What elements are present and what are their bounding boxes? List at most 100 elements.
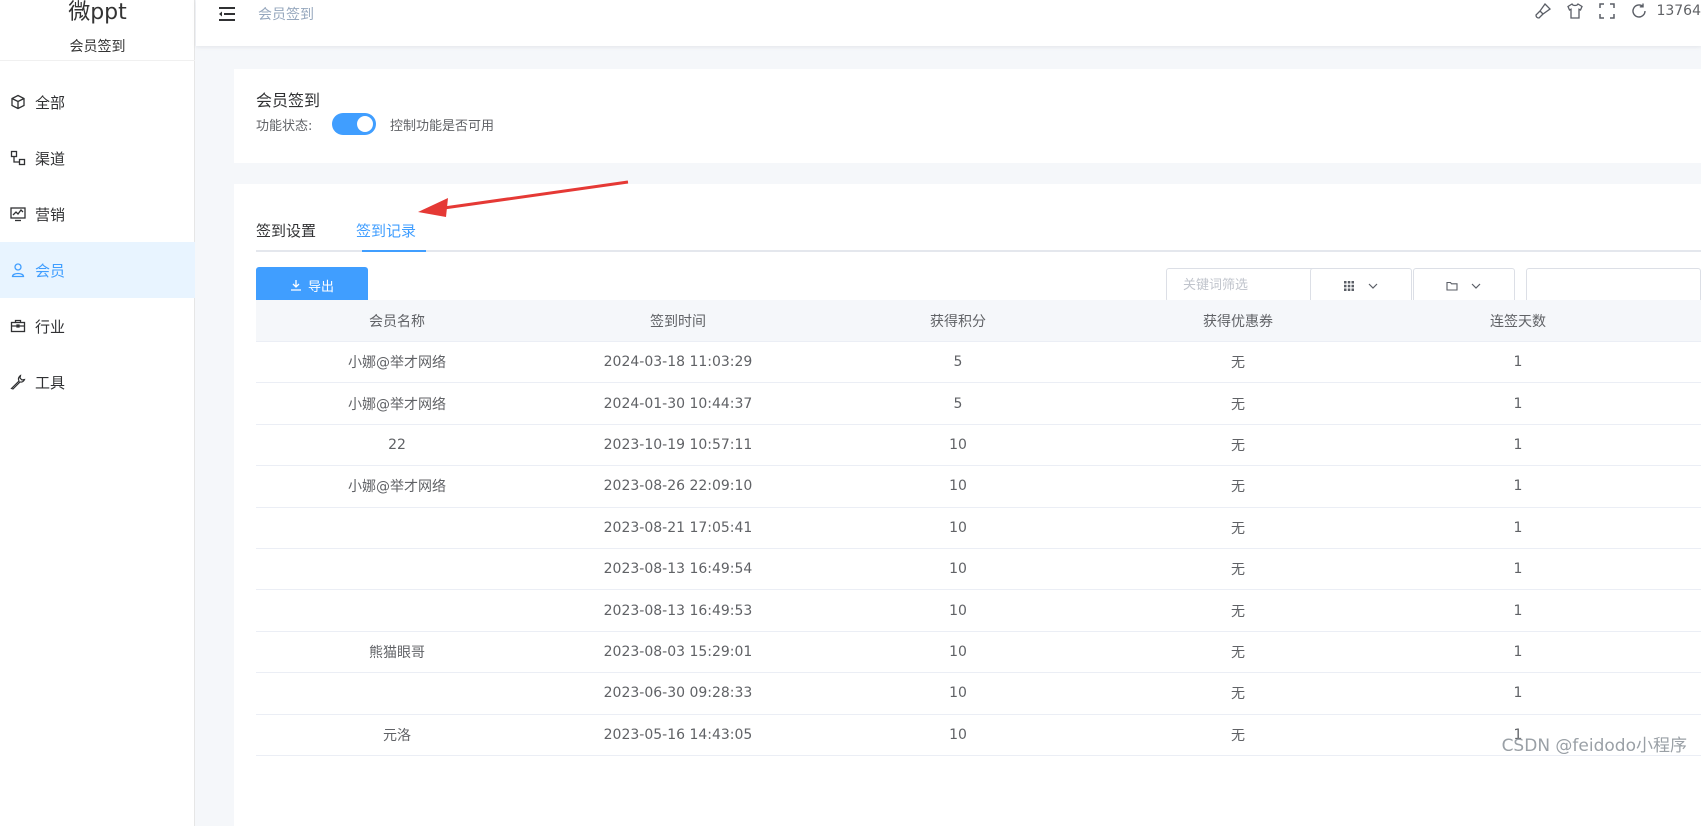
table-cell: 2023-08-26 22:09:10 bbox=[603, 478, 753, 495]
table-cell: 10 bbox=[949, 643, 967, 660]
download-icon bbox=[290, 280, 301, 291]
column-settings-dropdown[interactable] bbox=[1310, 268, 1412, 304]
table-cell: 1 bbox=[1513, 561, 1523, 578]
breadcrumb: 会员签到 bbox=[258, 7, 314, 23]
table-cell: 小娜@举才网络 bbox=[348, 355, 446, 372]
table-cell: 无 bbox=[1231, 396, 1245, 413]
table-row: 2023-08-21 17:05:41 10 无 1 bbox=[256, 508, 1701, 549]
table-cell: 1 bbox=[1513, 478, 1523, 495]
sidebar-item-label: 营销 bbox=[35, 205, 66, 224]
sidebar-item-channel[interactable]: 渠道 bbox=[0, 130, 195, 186]
column-header: 获得积分 bbox=[930, 313, 986, 330]
folder-icon bbox=[1446, 281, 1458, 291]
table-cell: 无 bbox=[1231, 644, 1245, 661]
active-tab-indicator bbox=[362, 250, 426, 252]
fullscreen-icon[interactable] bbox=[1598, 2, 1616, 20]
table-cell: 1 bbox=[1513, 685, 1523, 702]
table-cell: 2023-05-16 14:43:05 bbox=[603, 726, 753, 743]
table-row: 熊猫眼哥 2023-08-03 15:29:01 10 无 1 bbox=[256, 632, 1701, 674]
column-header: 签到时间 bbox=[650, 313, 706, 330]
table-cell: 无 bbox=[1231, 437, 1245, 454]
table-cell: 22 bbox=[388, 436, 406, 453]
top-navbar: 会员签到 13764 bbox=[196, 0, 1701, 46]
table-cell: 1 bbox=[1513, 354, 1523, 371]
chevron-down-icon bbox=[1368, 283, 1378, 289]
table-cell: 10 bbox=[949, 478, 967, 495]
table-cell: 无 bbox=[1231, 355, 1245, 372]
cube-icon bbox=[11, 94, 25, 110]
table-row: 小娜@举才网络 2024-01-30 10:44:37 5 无 1 bbox=[256, 383, 1701, 425]
table-row: 22 2023-10-19 10:57:11 10 无 1 bbox=[256, 425, 1701, 467]
table-cell: 2023-08-13 16:49:54 bbox=[603, 561, 753, 578]
sidebar-item-label: 全部 bbox=[35, 93, 66, 112]
table-cell: 元洛 bbox=[383, 727, 411, 744]
table-cell: 小娜@举才网络 bbox=[348, 479, 446, 496]
feature-status-switch[interactable] bbox=[332, 113, 376, 135]
table-cell: 无 bbox=[1231, 479, 1245, 496]
table-row: 元洛 2023-05-16 14:43:05 10 无 1 bbox=[256, 715, 1701, 756]
table-cell: 2024-01-30 10:44:37 bbox=[603, 395, 753, 412]
sidebar-item-label: 会员 bbox=[35, 261, 66, 280]
tab-signin-records[interactable]: 签到记录 bbox=[356, 220, 416, 252]
table-cell: 无 bbox=[1231, 727, 1245, 744]
tab-signin-settings[interactable]: 签到设置 bbox=[256, 220, 316, 252]
table-cell: 2024-03-18 11:03:29 bbox=[603, 354, 753, 371]
status-label: 功能状态: bbox=[256, 119, 313, 134]
sidebar-item-all[interactable]: 全部 bbox=[0, 74, 195, 130]
sidebar-item-marketing[interactable]: 营销 bbox=[0, 186, 195, 242]
table-body: 小娜@举才网络 2024-03-18 11:03:29 5 无 1 小娜@举才网络 2024… bbox=[256, 342, 1701, 756]
table-cell: 无 bbox=[1231, 520, 1245, 537]
table-cell: 10 bbox=[949, 602, 967, 619]
refresh-icon[interactable] bbox=[1630, 2, 1648, 20]
table-cell: 10 bbox=[949, 685, 967, 702]
app-title: 微ppt bbox=[68, 0, 127, 25]
table-cell: 1 bbox=[1513, 602, 1523, 619]
table-row: 2023-08-13 16:49:54 10 无 1 bbox=[256, 549, 1701, 591]
table-cell: 2023-08-21 17:05:41 bbox=[603, 519, 753, 536]
tshirt-icon[interactable] bbox=[1566, 2, 1584, 20]
export-button[interactable]: 导出 bbox=[256, 267, 368, 303]
column-header: 获得优惠券 bbox=[1203, 313, 1273, 330]
table-row: 小娜@举才网络 2023-08-26 22:09:10 10 无 1 bbox=[256, 466, 1701, 508]
table-cell: 无 bbox=[1231, 562, 1245, 579]
feature-title: 会员签到 bbox=[256, 91, 321, 110]
table-cell: 10 bbox=[949, 519, 967, 536]
more-filter-dropdown[interactable] bbox=[1526, 268, 1701, 304]
column-header: 会员名称 bbox=[369, 313, 425, 330]
sidebar-item-member[interactable]: 会员 bbox=[0, 242, 195, 298]
divider bbox=[0, 60, 195, 61]
folder-dropdown[interactable] bbox=[1413, 268, 1515, 304]
table-header: 会员名称 签到时间 获得积分 获得优惠券 连签天数 bbox=[256, 300, 1701, 342]
table-row: 小娜@举才网络 2024-03-18 11:03:29 5 无 1 bbox=[256, 342, 1701, 384]
table-cell: 2023-08-03 15:29:01 bbox=[603, 643, 753, 660]
sidebar-item-industry[interactable]: 行业 bbox=[0, 298, 195, 354]
table-cell: 小娜@举才网络 bbox=[348, 396, 446, 413]
table-cell: 1 bbox=[1513, 519, 1523, 536]
feature-card: 会员签到 功能状态: 控制功能是否可用 bbox=[234, 69, 1701, 163]
records-card: 签到设置 签到记录 导出 会员名称 签到时间 获得积分 获得优惠券 连签天数 小… bbox=[234, 184, 1701, 826]
table-cell: 2023-06-30 09:28:33 bbox=[603, 685, 753, 702]
hamburger-icon[interactable] bbox=[218, 5, 236, 23]
table-cell: 5 bbox=[953, 395, 963, 412]
user-account[interactable]: 13764 bbox=[1656, 3, 1701, 19]
app-subtitle: 会员签到 bbox=[69, 39, 126, 55]
signin-records-table: 会员名称 签到时间 获得积分 获得优惠券 连签天数 小娜@举才网络 2024-03… bbox=[256, 300, 1701, 756]
sidebar-nav: 全部 渠道 营销 会员 行业 工具 bbox=[0, 74, 195, 410]
table-cell: 无 bbox=[1231, 603, 1245, 620]
sidebar-item-tools[interactable]: 工具 bbox=[0, 354, 195, 410]
chevron-down-icon bbox=[1471, 283, 1481, 289]
grid-icon bbox=[1344, 281, 1354, 291]
brush-icon[interactable] bbox=[1534, 2, 1552, 20]
user-icon bbox=[11, 263, 25, 278]
watermark: CSDN @feidodo小程序 bbox=[1501, 736, 1687, 756]
wrench-icon bbox=[10, 374, 26, 390]
sidebar-item-label: 行业 bbox=[35, 317, 66, 336]
table-cell: 熊猫眼哥 bbox=[369, 644, 425, 661]
table-cell: 无 bbox=[1231, 686, 1245, 703]
table-cell: 1 bbox=[1513, 643, 1523, 660]
tabs: 签到设置 签到记录 bbox=[256, 220, 1701, 252]
sidebar: 微ppt 会员签到 全部 渠道 营销 会员 行业 工具 bbox=[0, 0, 195, 826]
table-row: 2023-08-13 16:49:53 10 无 1 bbox=[256, 590, 1701, 632]
briefcase-icon bbox=[10, 319, 26, 333]
table-cell: 1 bbox=[1513, 436, 1523, 453]
